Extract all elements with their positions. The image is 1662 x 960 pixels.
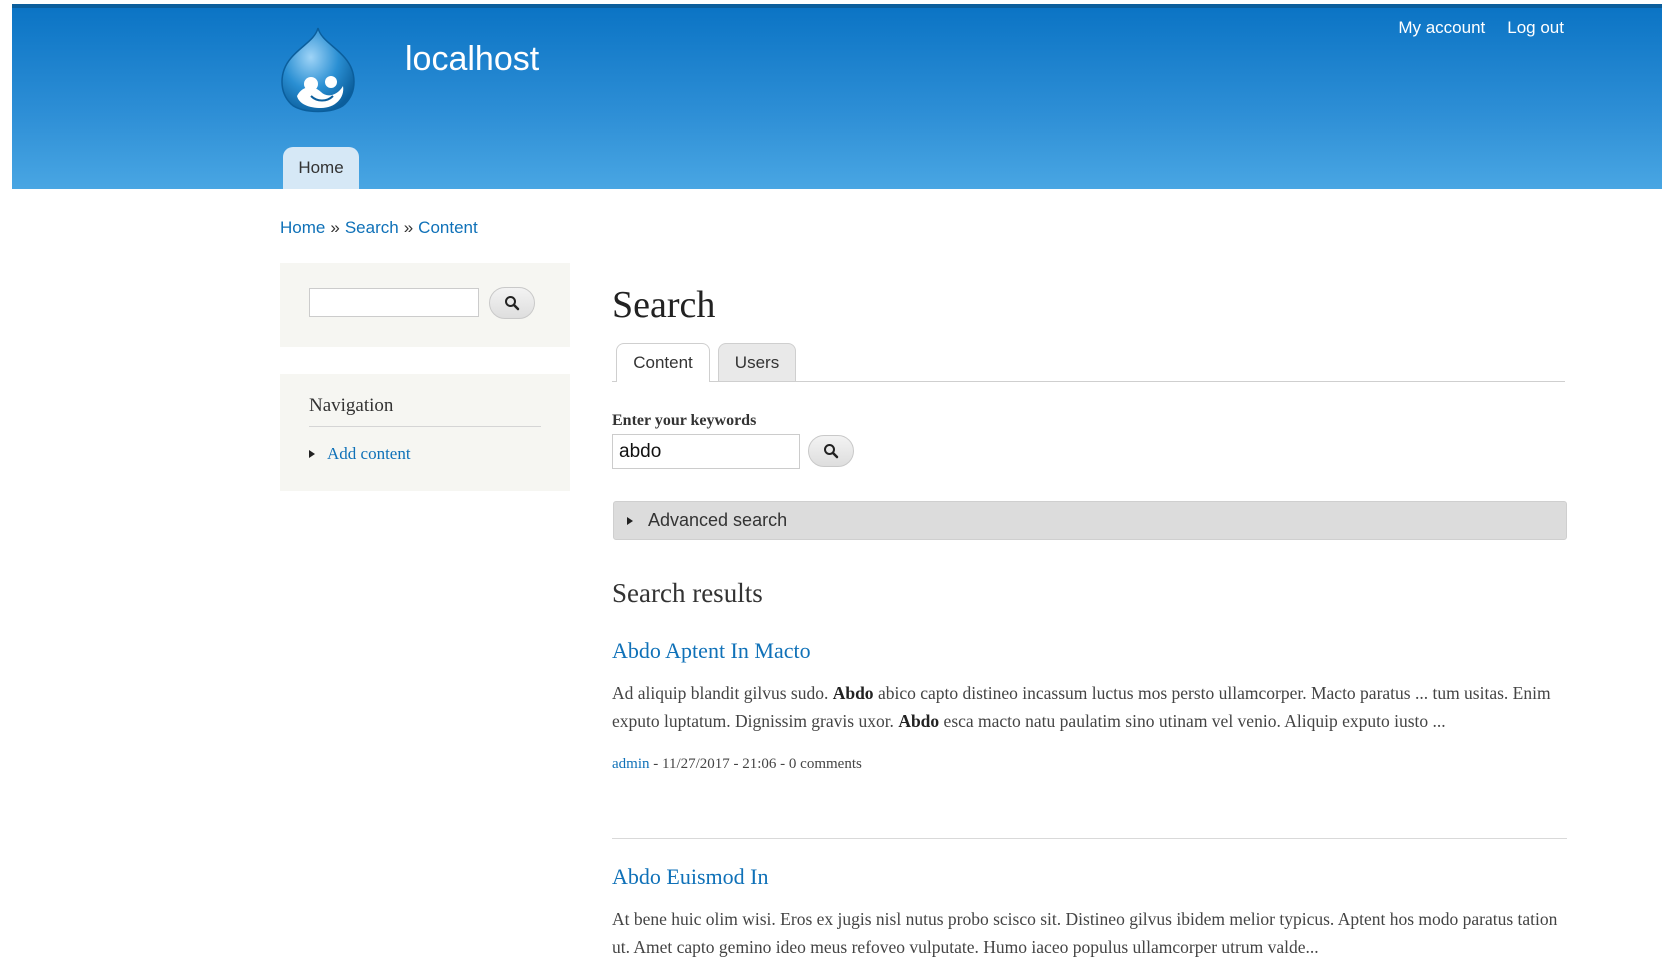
result-author-link[interactable]: admin (612, 756, 650, 772)
result-snippet: Ad aliquip blandit gilvus sudo. Abdo abi… (612, 679, 1567, 735)
keywords-label: Enter your keywords (612, 412, 757, 429)
advanced-search-label: Advanced search (648, 510, 788, 530)
breadcrumb-separator: » (330, 218, 340, 237)
nav-item-add-content: Add content (309, 444, 411, 464)
search-icon (824, 444, 839, 459)
breadcrumb-content[interactable]: Content (418, 218, 478, 237)
result-title-link[interactable]: Abdo Aptent In Macto (612, 638, 811, 663)
tab-content[interactable]: Content (616, 343, 710, 382)
keywords-search-button[interactable] (808, 435, 854, 467)
search-result: Abdo Aptent In Macto Ad aliquip blandit … (612, 638, 1567, 773)
main-menu-home-tab[interactable]: Home (283, 147, 359, 189)
breadcrumb-separator: » (403, 218, 414, 237)
add-content-link[interactable]: Add content (327, 444, 411, 464)
expand-triangle-icon (627, 516, 633, 525)
site-name[interactable]: localhost (405, 40, 539, 79)
log-out-link[interactable]: Log out (1507, 18, 1564, 38)
result-divider (612, 838, 1567, 839)
sidebar-navigation-block: Navigation Add content (280, 374, 570, 491)
breadcrumb-search[interactable]: Search (345, 218, 399, 237)
search-icon (505, 296, 520, 311)
result-meta: admin - 11/27/2017 - 21:06 - 0 comments (612, 756, 1567, 773)
page: localhost My account Log out Home Home» S… (0, 0, 1662, 960)
result-title: Abdo Euismod In (612, 864, 1567, 890)
snippet-text: Ad aliquip blandit gilvus sudo. (612, 683, 833, 703)
keywords-input[interactable] (612, 434, 800, 469)
result-snippet: At bene huic olim wisi. Eros ex jugis ni… (612, 905, 1567, 960)
my-account-link[interactable]: My account (1398, 18, 1485, 38)
drupal-logo-icon[interactable] (277, 26, 359, 116)
search-result: Abdo Euismod In At bene huic olim wisi. … (612, 864, 1567, 960)
tab-users[interactable]: Users (718, 343, 796, 381)
header-top-border (12, 4, 1662, 8)
navigation-title: Navigation (309, 395, 541, 427)
snippet-text: At bene huic olim wisi. Eros ex jugis ni… (612, 909, 1558, 957)
breadcrumb: Home» Search» Content (280, 218, 478, 238)
advanced-search-toggle[interactable]: Advanced search (613, 501, 1567, 540)
breadcrumb-home[interactable]: Home (280, 218, 325, 237)
bullet-triangle-icon (309, 450, 315, 458)
sidebar-search-block (280, 263, 570, 347)
result-meta-text: - 11/27/2017 - 21:06 - 0 comments (649, 756, 862, 772)
search-results-title: Search results (612, 578, 763, 608)
snippet-text: esca macto natu paulatim sino utinam vel… (939, 711, 1446, 731)
snippet-highlight: Abdo (898, 711, 940, 731)
page-title: Search (612, 284, 716, 326)
result-title-link[interactable]: Abdo Euismod In (612, 864, 768, 889)
result-title: Abdo Aptent In Macto (612, 638, 1567, 664)
secondary-menu: My account Log out (1398, 18, 1564, 38)
snippet-highlight: Abdo (832, 683, 874, 703)
search-tabs: Content Users (612, 343, 1565, 382)
sidebar-search-input[interactable] (309, 288, 479, 317)
sidebar-search-button[interactable] (489, 287, 535, 319)
